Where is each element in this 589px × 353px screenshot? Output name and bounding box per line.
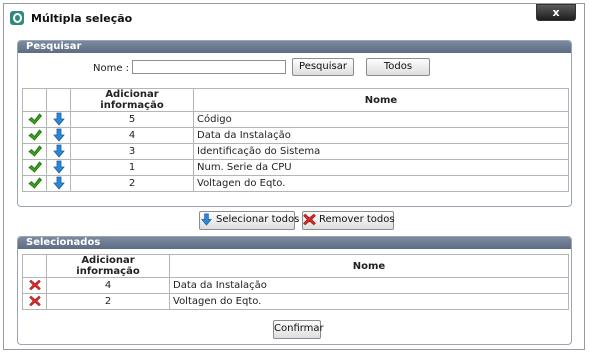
- dialog-title: Múltipla seleção: [31, 12, 133, 25]
- remove-all-button[interactable]: Remover todos: [302, 211, 395, 230]
- row-code: 4: [46, 277, 170, 294]
- row-name: Data da Instalação: [169, 277, 569, 294]
- blue-down-arrow-icon: [52, 160, 65, 174]
- search-panel: Pesquisar Nome : Pesquisar Todos Adicion…: [17, 40, 572, 207]
- add-item-cell[interactable]: [22, 127, 47, 144]
- remove-item-cell[interactable]: [22, 293, 47, 310]
- search-result-row: 4 Data da Instalação: [22, 127, 569, 144]
- row-name: Voltagen do Eqto.: [169, 293, 569, 310]
- row-name: Num. Serie da CPU: [193, 159, 569, 176]
- name-label: Nome :: [93, 63, 130, 74]
- select-all-label: Selecionar todos: [216, 214, 300, 225]
- row-code: 1: [70, 159, 194, 176]
- selected-panel: Selecionados Adicionar informação Nome 4…: [17, 236, 572, 345]
- confirm-button[interactable]: Confirmar: [273, 320, 324, 339]
- move-item-cell[interactable]: [46, 175, 71, 192]
- multi-select-dialog: Múltipla seleção x Pesquisar Nome : Pesq…: [3, 3, 585, 350]
- green-check-icon: [27, 113, 42, 125]
- search-result-row: 3 Identificação do Sistema: [22, 143, 569, 160]
- blue-down-arrow-icon: [52, 176, 65, 190]
- search-button[interactable]: Pesquisar: [292, 58, 354, 76]
- add-item-cell[interactable]: [22, 143, 47, 160]
- red-x-icon: [28, 279, 41, 291]
- row-name: Voltagen do Eqto.: [193, 175, 569, 192]
- selected-table: Adicionar informação Nome 4 Data da Insta…: [22, 254, 569, 310]
- red-x-icon: [28, 295, 41, 307]
- selected-row: 2 Voltagen do Eqto.: [22, 293, 569, 310]
- col-header-add-info: Adicionar informação: [46, 254, 170, 278]
- col-move: [46, 88, 71, 112]
- title-bar: Múltipla seleção x: [4, 4, 584, 32]
- move-item-cell[interactable]: [46, 159, 71, 176]
- search-result-row: 2 Voltagen do Eqto.: [22, 175, 569, 192]
- blue-down-arrow-icon: [52, 128, 65, 142]
- add-item-cell[interactable]: [22, 111, 47, 128]
- add-item-cell[interactable]: [22, 175, 47, 192]
- row-name: Data da Instalação: [193, 127, 569, 144]
- all-button[interactable]: Todos: [366, 58, 430, 76]
- move-item-cell[interactable]: [46, 143, 71, 160]
- name-input[interactable]: [132, 60, 286, 74]
- remove-item-cell[interactable]: [22, 277, 47, 294]
- search-results-table: Adicionar informação Nome 5 Código 4 Data d…: [22, 88, 569, 192]
- row-name: Identificação do Sistema: [193, 143, 569, 160]
- col-remove: [22, 254, 47, 278]
- row-code: 4: [70, 127, 194, 144]
- search-row: Nome : Pesquisar Todos: [18, 58, 571, 79]
- row-code: 5: [70, 111, 194, 128]
- blue-down-arrow-icon: [201, 213, 212, 226]
- app-logo-icon: [10, 11, 24, 25]
- col-header-add-info: Adicionar informação: [70, 88, 194, 112]
- green-check-icon: [27, 145, 42, 157]
- green-check-icon: [27, 161, 42, 173]
- red-x-icon: [303, 213, 316, 225]
- row-code: 2: [70, 175, 194, 192]
- col-add: [22, 88, 47, 112]
- move-item-cell[interactable]: [46, 111, 71, 128]
- green-check-icon: [27, 129, 42, 141]
- blue-down-arrow-icon: [52, 112, 65, 126]
- row-code: 3: [70, 143, 194, 160]
- search-result-row: 5 Código: [22, 111, 569, 128]
- col-header-name: Nome: [169, 254, 569, 278]
- green-check-icon: [27, 177, 42, 189]
- close-button[interactable]: x: [536, 4, 576, 21]
- move-item-cell[interactable]: [46, 127, 71, 144]
- row-code: 2: [46, 293, 170, 310]
- selected-panel-header: Selecionados: [18, 237, 571, 249]
- selected-row: 4 Data da Instalação: [22, 277, 569, 294]
- select-all-button[interactable]: Selecionar todos: [199, 211, 299, 230]
- blue-down-arrow-icon: [52, 144, 65, 158]
- add-item-cell[interactable]: [22, 159, 47, 176]
- row-name: Código: [193, 111, 569, 128]
- search-result-row: 1 Num. Serie da CPU: [22, 159, 569, 176]
- col-header-name: Nome: [193, 88, 569, 112]
- search-panel-header: Pesquisar: [18, 41, 571, 53]
- remove-all-label: Remover todos: [319, 214, 395, 225]
